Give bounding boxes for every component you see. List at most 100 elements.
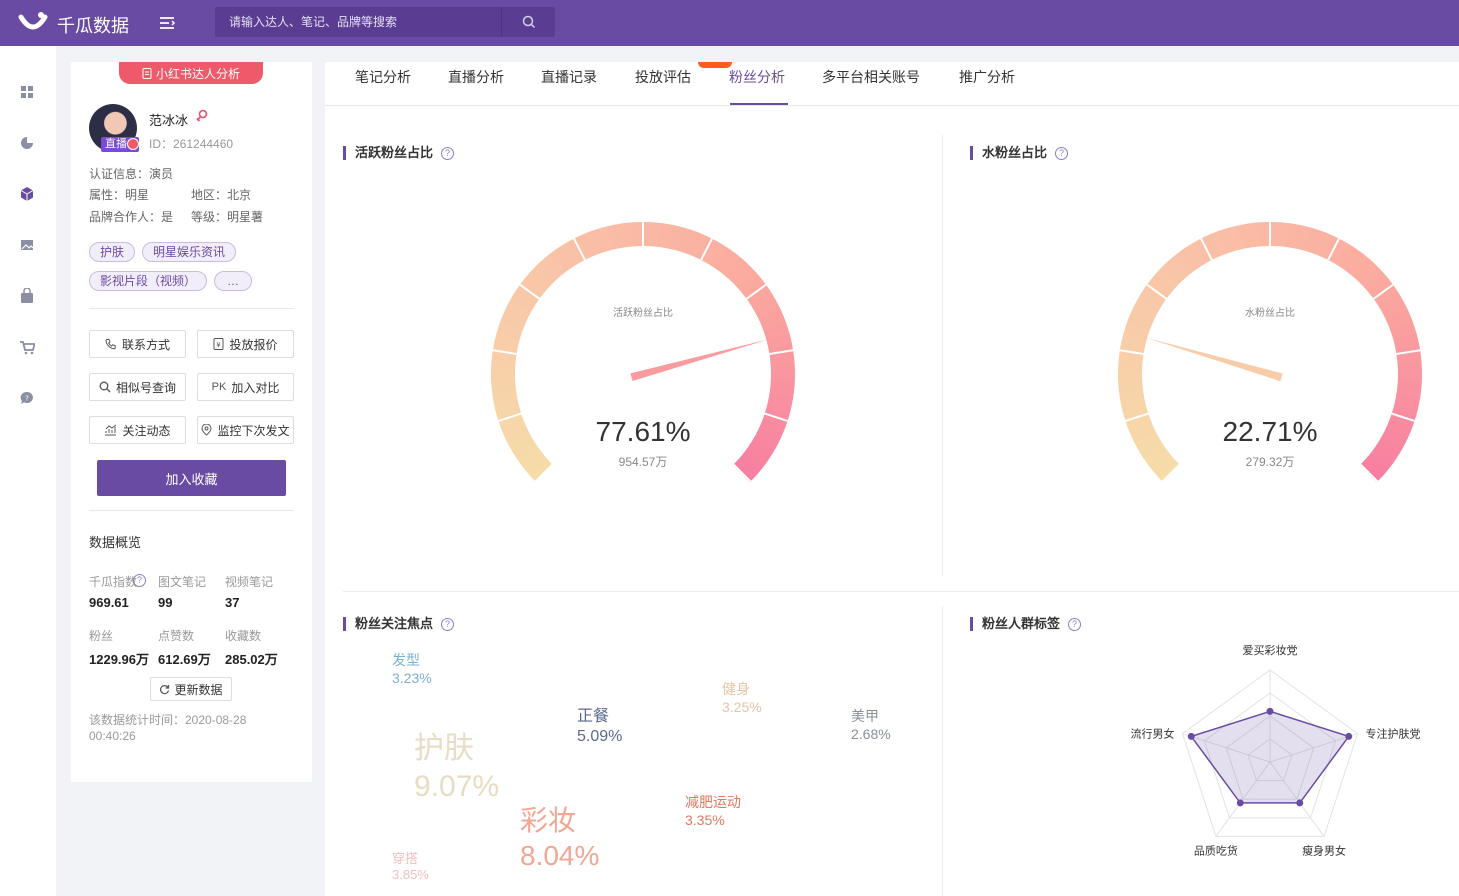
refresh-button[interactable]: 更新数据	[150, 677, 232, 701]
level-info: 等级：明星薯	[191, 210, 264, 224]
focus-word: 发型 3.23%	[392, 652, 432, 687]
focus-word-percent: 9.07%	[414, 769, 500, 803]
active-tab-indicator	[730, 103, 788, 105]
similar-search-button[interactable]: 相似号查询	[89, 373, 186, 401]
focus-word-percent: 3.85%	[392, 867, 429, 883]
help-icon[interactable]: ?	[1068, 618, 1082, 631]
dashboard-icon[interactable]	[19, 84, 35, 100]
stat-value-video-notes: 37	[225, 595, 240, 610]
cart-icon[interactable]	[19, 339, 35, 355]
focus-word: 护肤 9.07%	[414, 730, 499, 805]
document-icon	[142, 67, 152, 79]
stat-label-image-notes: 图文笔记	[158, 575, 207, 589]
tab-placement-eval[interactable]: 投放评估	[635, 67, 691, 87]
active-fans-gauge-count: 954.57万	[619, 455, 668, 469]
fan-crowd-title: 粉丝人群标签?	[970, 617, 1082, 631]
focus-word: 减肥运动 3.35%	[685, 794, 741, 829]
add-compare-button[interactable]: PK 加入对比	[197, 373, 294, 401]
water-fans-gauge-label: 水粉丝占比	[1245, 306, 1295, 319]
pie-chart-icon[interactable]	[19, 135, 35, 151]
radar-point	[1236, 799, 1244, 807]
search-icon	[522, 15, 535, 29]
help-icon[interactable]: ?	[441, 147, 455, 160]
help-icon[interactable]: ?	[1055, 147, 1069, 160]
focus-word-name: 彩妆	[520, 805, 577, 836]
help-icon[interactable]: ?	[441, 618, 455, 631]
stat-label-index: 千瓜指数	[89, 575, 138, 589]
search-box	[215, 7, 501, 37]
focus-word: 美甲 2.68%	[851, 708, 891, 743]
water-fans-gauge-needle	[1145, 337, 1283, 382]
fan-focus-title: 粉丝关注焦点?	[343, 616, 455, 631]
active-fans-gauge: 活跃粉丝占比 77.61% 954.57万	[491, 222, 795, 483]
chat-icon[interactable]: ?	[19, 390, 35, 406]
search-input[interactable]	[215, 7, 501, 37]
top-bar: 千瓜数据	[0, 0, 1459, 46]
focus-word-percent: 2.68%	[851, 725, 891, 742]
quote-button[interactable]: ¥ 投放报价	[197, 330, 294, 358]
tab-live-records[interactable]: 直播记录	[541, 67, 597, 87]
focus-word-name: 健身	[722, 681, 750, 697]
tab-multi-platform[interactable]: 多平台相关账号	[822, 67, 920, 87]
water-fans-gauge-count: 279.32万	[1246, 455, 1295, 469]
tab-promotion-analysis[interactable]: 推广分析	[959, 67, 1015, 87]
tag-celebrity-news[interactable]: 明星娱乐资讯	[142, 242, 237, 262]
radar-area	[1190, 710, 1350, 804]
cert-info: 认证信息：演员	[89, 167, 174, 181]
cube-icon[interactable]	[19, 186, 35, 202]
tag-film-clips[interactable]: 影视片段（视频）	[89, 271, 208, 291]
focus-word-percent: 3.35%	[685, 811, 725, 828]
focus-word-percent: 3.23%	[392, 669, 432, 686]
stat-label-video-notes: 视频笔记	[225, 575, 274, 589]
focus-word: 穿搭 3.85%	[392, 851, 429, 884]
focus-word-percent: 5.09%	[577, 728, 623, 745]
focus-word-percent: 8.04%	[520, 840, 600, 871]
focus-word-name: 美甲	[851, 708, 879, 724]
focus-word: 彩妆 8.04%	[520, 803, 599, 873]
quote-label: 投放报价	[229, 337, 278, 352]
refresh-icon	[160, 684, 170, 694]
stat-value-likes: 612.69万	[158, 652, 211, 667]
attr-info: 属性：明星	[89, 188, 150, 202]
tab-fans-analysis[interactable]: 粉丝分析	[729, 67, 785, 87]
brand-name[interactable]: 千瓜数据	[57, 12, 129, 38]
badge-label: 小红书达人分析	[155, 66, 240, 81]
monitor-button[interactable]: 监控下次发文	[197, 416, 294, 444]
logo-icon[interactable]	[18, 9, 48, 35]
active-fans-title: 活跃粉丝占比?	[343, 146, 455, 160]
help-icon[interactable]: ?	[133, 574, 146, 587]
focus-word-name: 减肥运动	[685, 794, 741, 810]
tab-live-analysis[interactable]: 直播分析	[448, 67, 504, 87]
tag-more[interactable]: …	[214, 271, 252, 291]
add-favorite-button[interactable]: 加入收藏	[97, 460, 286, 496]
hot-badge	[698, 62, 732, 68]
price-tag-icon: ¥	[213, 338, 224, 350]
female-icon	[196, 109, 208, 122]
svg-text:¥: ¥	[217, 341, 222, 349]
water-fans-gauge-percent: 22.71%	[1223, 416, 1318, 447]
fan-focus-title-text: 粉丝关注焦点	[355, 616, 434, 631]
active-fans-gauge-label: 活跃粉丝占比	[613, 306, 673, 319]
left-rail: ?	[0, 46, 56, 896]
tab-notes-analysis[interactable]: 笔记分析	[355, 67, 411, 87]
stat-value-index: 969.61	[89, 595, 129, 610]
follow-updates-button[interactable]: 关注动态	[89, 416, 186, 444]
stat-value-fans: 1229.96万	[89, 652, 149, 667]
contact-button[interactable]: 联系方式	[89, 330, 186, 358]
stat-label-fans: 粉丝	[89, 629, 114, 643]
divider	[942, 606, 943, 896]
active-fans-gauge-needle	[630, 339, 769, 382]
trend-icon	[105, 424, 117, 436]
search-button[interactable]	[501, 7, 555, 37]
radar-label: 品质吃货	[1194, 843, 1238, 857]
phone-icon	[105, 339, 116, 350]
menu-toggle-icon[interactable]	[157, 13, 177, 33]
refresh-label: 更新数据	[174, 682, 223, 697]
divider	[343, 591, 1459, 592]
image-icon[interactable]	[19, 237, 35, 253]
focus-word-name: 正餐	[577, 708, 610, 725]
shopping-bag-icon[interactable]	[19, 288, 35, 304]
stat-value-image-notes: 99	[158, 595, 173, 610]
tag-skincare[interactable]: 护肤	[89, 242, 136, 262]
svg-text:?: ?	[25, 395, 29, 403]
